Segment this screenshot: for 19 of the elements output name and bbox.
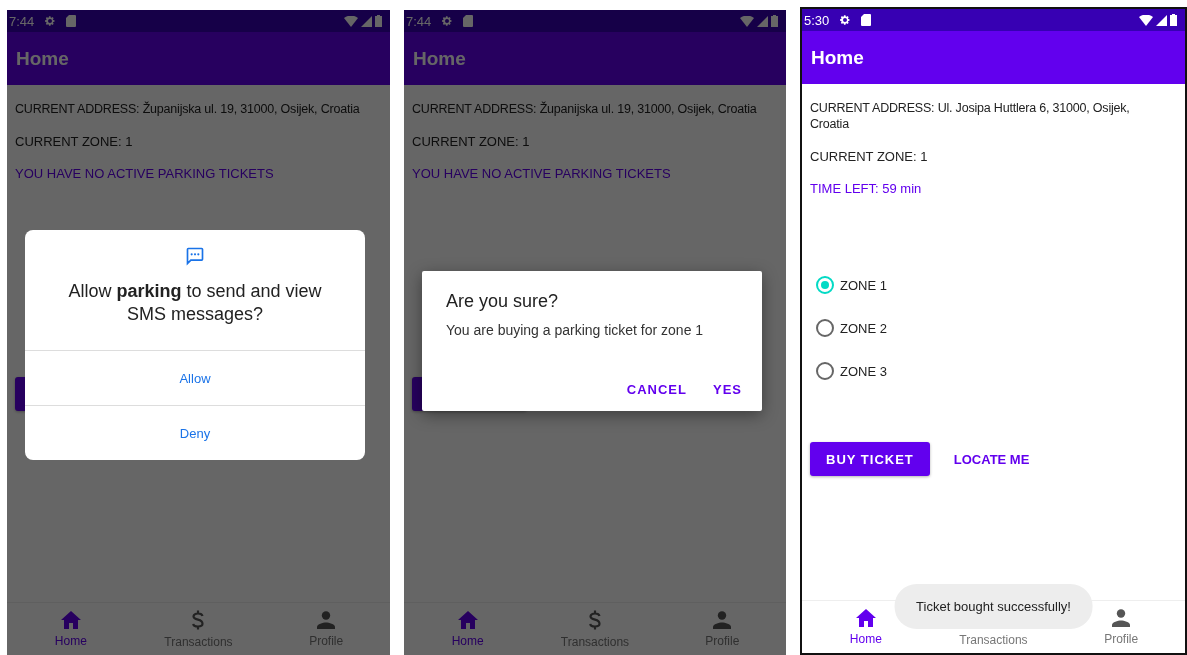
- current-address: CURRENT ADDRESS: Županijska ul. 19, 31000, Osijek, Croatia: [412, 101, 758, 117]
- app-bar-title: Home: [811, 46, 864, 69]
- dialog-message: You are buying a parking ticket for zone 1: [446, 322, 705, 338]
- current-address: CURRENT ADDRESS: Ul. Josipa Huttlera 6, 31000, Osijek, Croatia: [810, 100, 1131, 132]
- current-address: CURRENT ADDRESS: Županijska ul. 19, 31000, Osijek, Croatia: [15, 101, 361, 117]
- current-zone: CURRENT ZONE: 1: [412, 134, 531, 149]
- status-time: 7:44: [406, 13, 432, 29]
- dialog-message: Allow parking to send and view SMS messages?: [67, 280, 323, 326]
- ticket-status: TIME LEFT: 59 min: [810, 181, 923, 196]
- success-toast: Ticket bought successfully!: [894, 584, 1093, 629]
- app-bar-title: Home: [16, 47, 69, 70]
- status-time: 5:30: [804, 12, 830, 28]
- dialog-title: Are you sure?: [446, 291, 560, 312]
- current-zone: CURRENT ZONE: 1: [810, 149, 929, 164]
- status-time: 7:44: [9, 13, 35, 29]
- current-zone: CURRENT ZONE: 1: [15, 134, 134, 149]
- app-bar-title: Home: [413, 47, 466, 70]
- ticket-status: YOU HAVE NO ACTIVE PARKING TICKETS: [412, 166, 672, 181]
- ticket-status: YOU HAVE NO ACTIVE PARKING TICKETS: [15, 166, 275, 181]
